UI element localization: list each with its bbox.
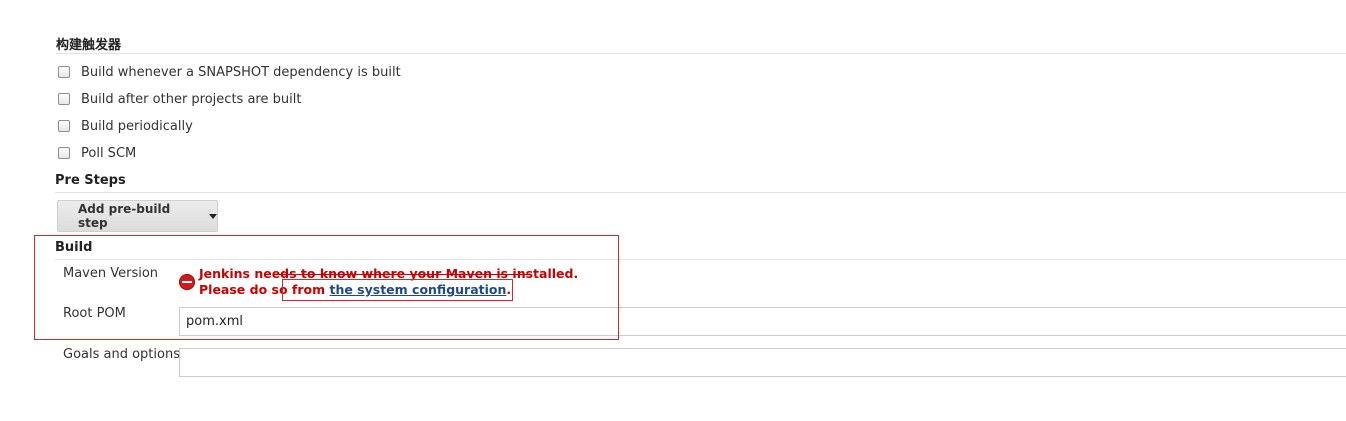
section-title-build-triggers: 构建触发器: [56, 38, 122, 53]
trigger-option-snapshot[interactable]: Build whenever a SNAPSHOT dependency is …: [58, 63, 401, 81]
checkbox-after-other-projects[interactable]: [58, 93, 70, 105]
trigger-option-poll-scm[interactable]: Poll SCM: [58, 144, 136, 162]
goals-and-options-label: Goals and options: [63, 347, 180, 362]
maven-error-message: Jenkins needs to know where your Maven i…: [199, 266, 578, 298]
checkbox-poll-scm[interactable]: [58, 147, 70, 159]
trigger-option-after-other-projects[interactable]: Build after other projects are built: [58, 90, 301, 108]
trigger-option-periodically[interactable]: Build periodically: [58, 117, 193, 135]
checkbox-label: Build after other projects are built: [81, 91, 302, 107]
strikethrough-line: [279, 274, 531, 275]
root-pom-input[interactable]: [179, 307, 1346, 336]
section-title-build: Build: [55, 240, 93, 255]
add-pre-build-step-label: Add pre-build step: [78, 202, 171, 230]
checkbox-snapshot-dependency[interactable]: [58, 66, 70, 78]
error-prefix: Please do so from: [199, 282, 330, 297]
error-suffix: .: [506, 282, 512, 297]
add-pre-build-step-button[interactable]: Add pre-build step: [57, 200, 218, 232]
system-configuration-link[interactable]: the system configuration: [329, 282, 506, 297]
maven-version-label: Maven Version: [63, 266, 159, 281]
root-pom-label: Root POM: [63, 306, 126, 321]
checkbox-build-periodically[interactable]: [58, 120, 70, 132]
section-divider: [56, 53, 1346, 54]
section-title-pre-steps: Pre Steps: [55, 173, 126, 188]
checkbox-label: Build periodically: [81, 118, 193, 134]
section-divider: [55, 259, 1346, 260]
section-divider: [55, 192, 1346, 193]
error-icon: [179, 274, 195, 290]
chevron-down-icon: [209, 213, 217, 219]
error-line-2: Please do so from the system configurati…: [199, 282, 578, 298]
checkbox-label: Poll SCM: [81, 145, 137, 161]
checkbox-label: Build whenever a SNAPSHOT dependency is …: [81, 64, 401, 80]
goals-and-options-input[interactable]: [179, 348, 1346, 377]
